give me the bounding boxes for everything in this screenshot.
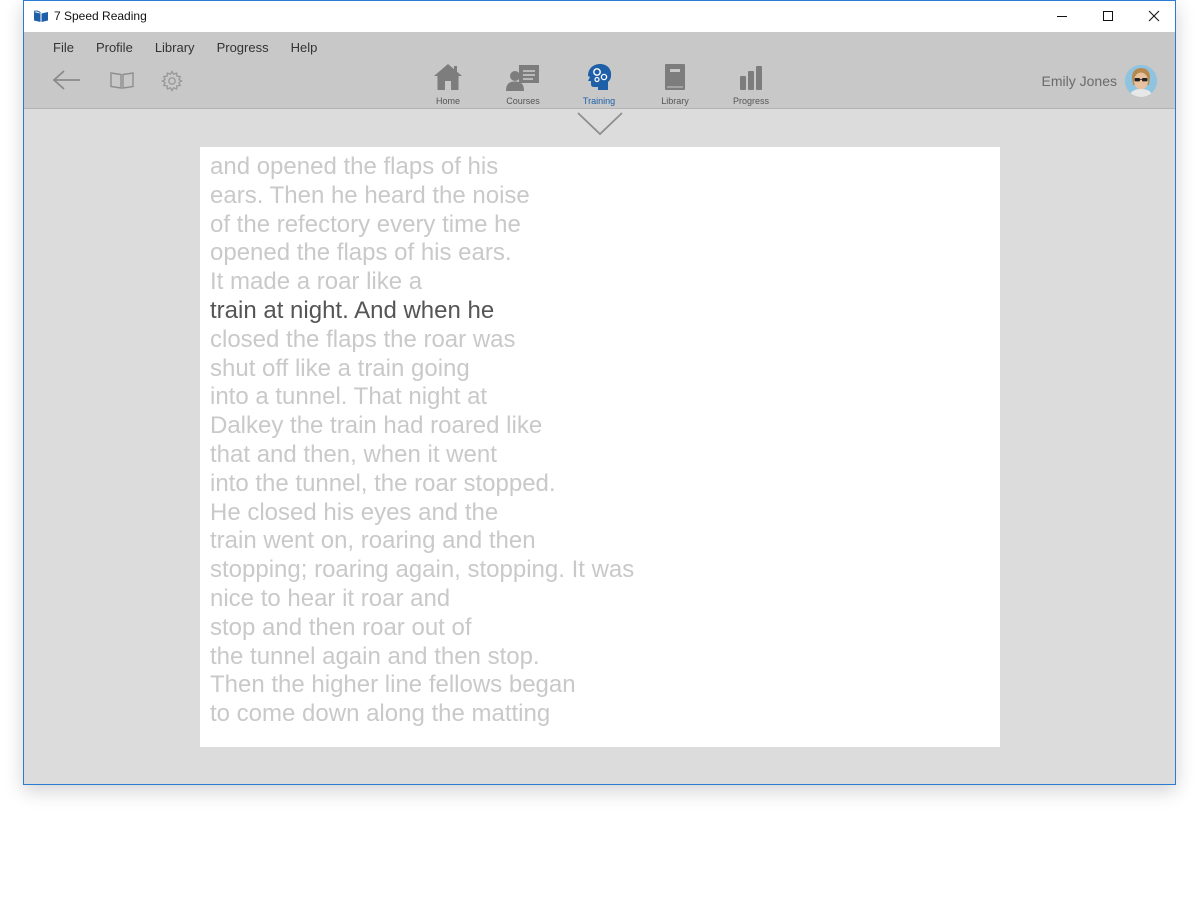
text-line: closed the flaps the roar was (210, 325, 516, 353)
close-button[interactable] (1131, 1, 1177, 31)
menu-bar: File Profile Library Progress Help (42, 38, 328, 57)
text-line: to come down along the matting (210, 700, 551, 728)
text-line: stop and then roar out of (210, 613, 472, 641)
avatar-portrait-icon (1125, 65, 1157, 97)
title-bar: 7 Speed Reading (24, 1, 1175, 32)
text-line: Dalkey the train had roared like (210, 412, 543, 440)
nav-progress-label: Progress (732, 96, 769, 106)
settings-button[interactable] (161, 70, 183, 97)
nav-home[interactable]: Home (416, 60, 480, 106)
text-line: nice to hear it roar and (210, 584, 451, 612)
courses-icon (506, 65, 539, 91)
text-line: opened the flaps of his ears. (210, 239, 512, 267)
gear-icon (161, 70, 183, 92)
text-line: It made a roar like a (210, 268, 423, 296)
back-button[interactable] (52, 68, 82, 97)
bar-chart-icon (740, 66, 762, 90)
book-icon (665, 64, 685, 90)
nav-library[interactable]: Library (643, 60, 707, 106)
reading-panel: and opened the flaps of his ears. Then he… (200, 147, 1000, 747)
text-line: shut off like a train going (210, 354, 470, 382)
user-profile[interactable]: Emily Jones (1042, 65, 1157, 97)
current-reading-line: train at night. And when he (210, 296, 495, 324)
minimize-button[interactable] (1039, 1, 1085, 31)
text-line: into the tunnel, the roar stopped. (210, 469, 556, 497)
text-line: train went on, roaring and then (210, 527, 536, 555)
open-book-icon (110, 72, 134, 89)
maximize-icon (1103, 11, 1113, 21)
text-line: that and then, when it went (210, 440, 497, 468)
toolbar: File Profile Library Progress Help Home … (24, 32, 1175, 109)
text-line: Then the higher line fellows began (210, 671, 576, 699)
menu-library[interactable]: Library (144, 38, 206, 57)
chevron-down-icon (577, 112, 623, 136)
avatar[interactable] (1125, 65, 1157, 97)
app-book-icon (33, 9, 49, 23)
maximize-button[interactable] (1085, 1, 1131, 31)
window-title: 7 Speed Reading (54, 9, 147, 23)
nav-courses-label: Courses (506, 96, 540, 106)
close-icon (1148, 10, 1160, 22)
app-window: 7 Speed Reading File Profile Library Pro… (23, 0, 1176, 785)
nav-training-label: Training (582, 96, 616, 106)
home-icon (434, 64, 462, 90)
user-name: Emily Jones (1041, 73, 1117, 89)
collapse-toolbar-toggle[interactable] (577, 111, 623, 142)
minimize-icon (1057, 16, 1067, 17)
text-line: stopping; roaring again, stopping. It wa… (210, 556, 635, 584)
menu-profile[interactable]: Profile (85, 38, 144, 57)
nav-home-label: Home (435, 96, 460, 106)
open-book-button[interactable] (109, 69, 135, 96)
text-line: He closed his eyes and the (210, 498, 499, 526)
text-line: the tunnel again and then stop. (210, 642, 540, 670)
nav-library-label: Library (661, 96, 689, 106)
nav-training[interactable]: Training (567, 60, 631, 106)
text-line: and opened the flaps of his (210, 153, 499, 180)
brain-gears-icon (588, 64, 612, 90)
menu-help[interactable]: Help (280, 38, 329, 57)
reading-text: and opened the flaps of his ears. Then he… (210, 153, 634, 729)
text-line: into a tunnel. That night at (210, 383, 488, 411)
menu-file[interactable]: File (42, 38, 85, 57)
back-arrow-icon (52, 70, 80, 90)
nav-courses[interactable]: Courses (491, 60, 555, 106)
menu-progress[interactable]: Progress (206, 38, 280, 57)
text-line: of the refectory every time he (210, 210, 521, 238)
nav-progress[interactable]: Progress (719, 60, 783, 106)
text-line: ears. Then he heard the noise (210, 181, 530, 209)
